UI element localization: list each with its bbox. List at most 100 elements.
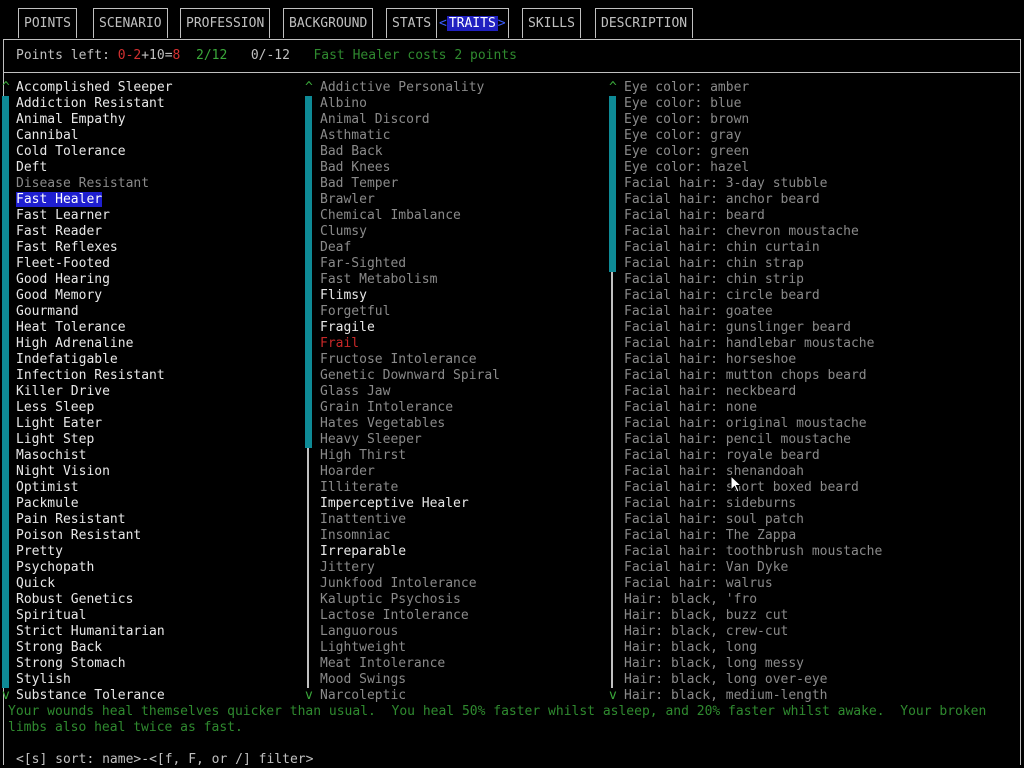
neutral-trait-item[interactable]: Facial hair: royale beard — [624, 448, 882, 464]
neutral-trait-item[interactable]: Eye color: hazel — [624, 160, 882, 176]
neutral-trait-item[interactable]: Facial hair: Van Dyke — [624, 560, 882, 576]
bad-trait-item[interactable]: Fragile — [320, 320, 500, 336]
neutral-trait-item[interactable]: Facial hair: soul patch — [624, 512, 882, 528]
bad-trait-item[interactable]: Narcoleptic — [320, 688, 500, 704]
good-trait-item[interactable]: Good Memory — [16, 288, 173, 304]
neutral-trait-item[interactable]: Facial hair: toothbrush moustache — [624, 544, 882, 560]
bad-trait-item[interactable]: Deaf — [320, 240, 500, 256]
bad-trait-item[interactable]: Illiterate — [320, 480, 500, 496]
bad-trait-item[interactable]: Fructose Intolerance — [320, 352, 500, 368]
bad-trait-item[interactable]: Forgetful — [320, 304, 500, 320]
tab-description[interactable]: DESCRIPTION — [595, 8, 694, 38]
neutral-trait-item[interactable]: Eye color: amber — [624, 80, 882, 96]
neutral-trait-item[interactable]: Facial hair: chin curtain — [624, 240, 882, 256]
bad-trait-item[interactable]: Clumsy — [320, 224, 500, 240]
neutral-trait-item[interactable]: Facial hair: mutton chops beard — [624, 368, 882, 384]
good-scroll-up-icon[interactable]: ^ — [2, 80, 10, 96]
bad-trait-item[interactable]: Hoarder — [320, 464, 500, 480]
neutral-trait-item[interactable]: Facial hair: circle beard — [624, 288, 882, 304]
neutral-scroll-up-icon[interactable]: ^ — [609, 80, 617, 96]
bad-scroll-track[interactable] — [307, 448, 309, 688]
bad-trait-item[interactable]: Heavy Sleeper — [320, 432, 500, 448]
good-trait-item[interactable]: Cannibal — [16, 128, 173, 144]
bad-trait-item[interactable]: Frail — [320, 336, 500, 352]
neutral-trait-item[interactable]: Facial hair: beard — [624, 208, 882, 224]
bad-trait-item[interactable]: Bad Temper — [320, 176, 500, 192]
good-trait-item[interactable]: Pain Resistant — [16, 512, 173, 528]
bad-trait-item[interactable]: Imperceptive Healer — [320, 496, 500, 512]
bad-trait-item[interactable]: Mood Swings — [320, 672, 500, 688]
good-trait-item[interactable]: Fast Learner — [16, 208, 173, 224]
good-trait-item[interactable]: Strong Stomach — [16, 656, 173, 672]
bad-trait-item[interactable]: Brawler — [320, 192, 500, 208]
bad-trait-item[interactable]: Addictive Personality — [320, 80, 500, 96]
bad-trait-item[interactable]: Irreparable — [320, 544, 500, 560]
neutral-scroll-track[interactable] — [611, 272, 613, 688]
neutral-trait-item[interactable]: Facial hair: chevron moustache — [624, 224, 882, 240]
neutral-trait-item[interactable]: Facial hair: handlebar moustache — [624, 336, 882, 352]
good-trait-item[interactable]: Killer Drive — [16, 384, 173, 400]
good-trait-item[interactable]: Fleet-Footed — [16, 256, 173, 272]
bad-trait-item[interactable]: Grain Intolerance — [320, 400, 500, 416]
neutral-trait-item[interactable]: Hair: black, long over-eye — [624, 672, 882, 688]
good-trait-item[interactable]: Strict Humanitarian — [16, 624, 173, 640]
neutral-trait-item[interactable]: Facial hair: original moustache — [624, 416, 882, 432]
good-trait-item[interactable]: Light Step — [16, 432, 173, 448]
bad-trait-item[interactable]: Asthmatic — [320, 128, 500, 144]
neutral-trait-item[interactable]: Hair: black, long — [624, 640, 882, 656]
bad-scroll-down-icon[interactable]: v — [305, 688, 313, 704]
bad-trait-item[interactable]: Bad Knees — [320, 160, 500, 176]
good-trait-item[interactable]: Gourmand — [16, 304, 173, 320]
good-trait-item[interactable]: Accomplished Sleeper — [16, 80, 173, 96]
good-trait-item[interactable]: Fast Reflexes — [16, 240, 173, 256]
good-trait-item[interactable]: Fast Reader — [16, 224, 173, 240]
bad-trait-item[interactable]: Hates Vegetables — [320, 416, 500, 432]
good-trait-item[interactable]: Deft — [16, 160, 173, 176]
good-trait-item[interactable]: Light Eater — [16, 416, 173, 432]
tab-profession[interactable]: PROFESSION — [180, 8, 271, 38]
bad-trait-item[interactable]: Flimsy — [320, 288, 500, 304]
good-trait-item[interactable]: Poison Resistant — [16, 528, 173, 544]
neutral-trait-item[interactable]: Facial hair: horseshoe — [624, 352, 882, 368]
good-trait-item[interactable]: Infection Resistant — [16, 368, 173, 384]
good-trait-item[interactable]: Stylish — [16, 672, 173, 688]
bad-trait-item[interactable]: High Thirst — [320, 448, 500, 464]
bad-trait-item[interactable]: Lactose Intolerance — [320, 608, 500, 624]
bad-trait-item[interactable]: Albino — [320, 96, 500, 112]
bad-trait-item[interactable]: Languorous — [320, 624, 500, 640]
good-trait-item[interactable]: Disease Resistant — [16, 176, 173, 192]
bad-trait-item[interactable]: Insomniac — [320, 528, 500, 544]
neutral-scrollbar[interactable] — [609, 96, 616, 272]
bad-scrollbar[interactable] — [305, 96, 312, 448]
neutral-trait-item[interactable]: Facial hair: chin strap — [624, 256, 882, 272]
neutral-trait-item[interactable]: Facial hair: shenandoah — [624, 464, 882, 480]
tab-traits[interactable]: < TRAITS > — [436, 8, 509, 38]
tab-points[interactable]: POINTS — [18, 8, 77, 38]
neutral-trait-item[interactable]: Hair: black, medium-length — [624, 688, 882, 704]
bad-trait-item[interactable]: Animal Discord — [320, 112, 500, 128]
neutral-trait-item[interactable]: Facial hair: short boxed beard — [624, 480, 882, 496]
good-trait-item[interactable]: Heat Tolerance — [16, 320, 173, 336]
good-trait-item[interactable]: Strong Back — [16, 640, 173, 656]
tab-next-arrow-icon[interactable]: > — [498, 16, 506, 31]
neutral-trait-item[interactable]: Eye color: brown — [624, 112, 882, 128]
bad-trait-item[interactable]: Lightweight — [320, 640, 500, 656]
bad-trait-item[interactable]: Kaluptic Psychosis — [320, 592, 500, 608]
bad-scroll-up-icon[interactable]: ^ — [305, 80, 313, 96]
good-trait-item[interactable]: Cold Tolerance — [16, 144, 173, 160]
neutral-trait-item[interactable]: Facial hair: chin strip — [624, 272, 882, 288]
good-trait-item[interactable]: Substance Tolerance — [16, 688, 173, 704]
good-trait-item[interactable]: High Adrenaline — [16, 336, 173, 352]
sort-hint[interactable]: <[s] sort: name> — [16, 752, 141, 767]
neutral-trait-item[interactable]: Facial hair: neckbeard — [624, 384, 882, 400]
good-trait-item[interactable]: Quick — [16, 576, 173, 592]
bad-trait-item[interactable]: Bad Back — [320, 144, 500, 160]
good-trait-item[interactable]: Packmule — [16, 496, 173, 512]
good-trait-item[interactable]: Pretty — [16, 544, 173, 560]
tab-skills[interactable]: SKILLS — [522, 8, 581, 38]
good-trait-item[interactable]: Spiritual — [16, 608, 173, 624]
neutral-trait-item[interactable]: Facial hair: 3-day stubble — [624, 176, 882, 192]
good-scrollbar[interactable] — [2, 96, 9, 688]
neutral-scroll-down-icon[interactable]: v — [609, 688, 617, 704]
tab-stats[interactable]: STATS — [386, 8, 438, 38]
